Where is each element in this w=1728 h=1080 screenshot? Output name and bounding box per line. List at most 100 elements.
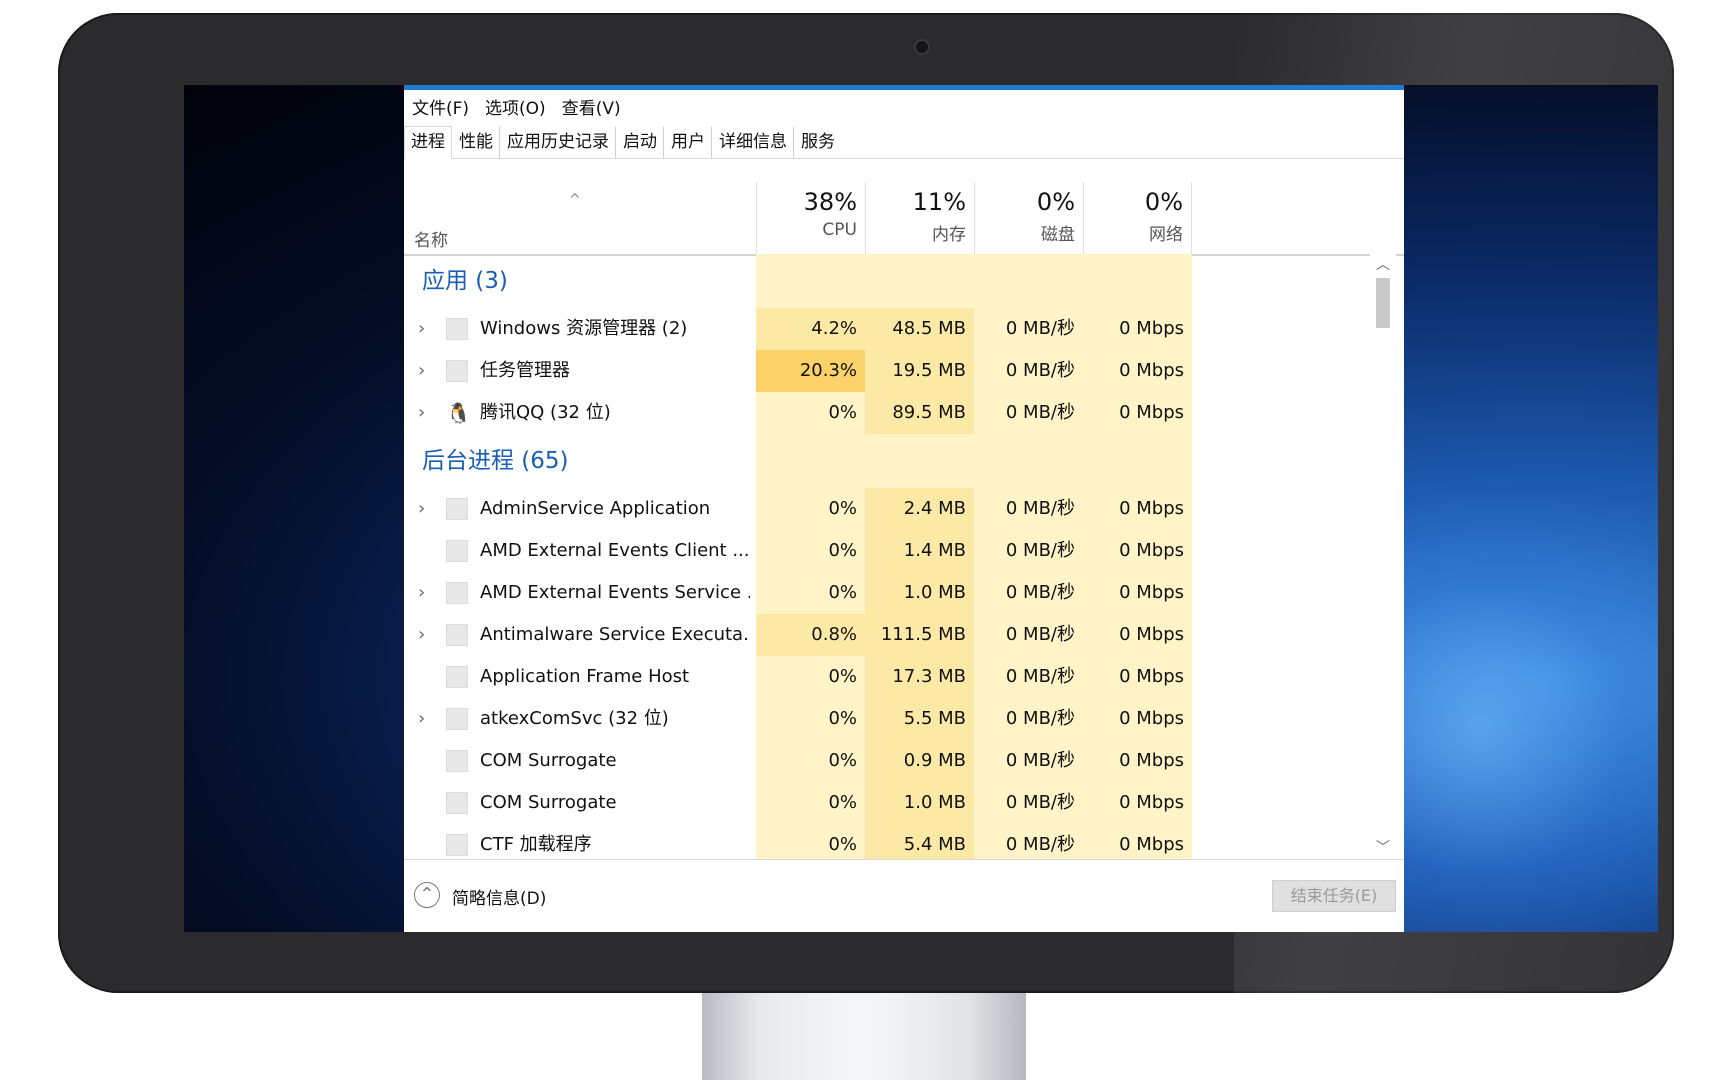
task-manager-window: 文件(F) 选项(O) 查看(V) 进程 性能 应用历史记录 启动 用户 详细信…: [404, 85, 1404, 932]
expand-chevron-icon[interactable]: ›: [418, 698, 425, 740]
process-row[interactable]: › 🐧 腾讯QQ (32 位) 0% 89.5 MB 0 MB/秒 0 Mbps: [404, 392, 1370, 434]
tab-details[interactable]: 详细信息: [712, 126, 794, 158]
memory-cell: 2.4 MB: [865, 488, 974, 530]
disk-cell: 0 MB/秒: [974, 614, 1083, 656]
process-name: AMD External Events Client ...: [480, 540, 750, 561]
desktop-screen: 文件(F) 选项(O) 查看(V) 进程 性能 应用历史记录 启动 用户 详细信…: [184, 85, 1658, 932]
process-icon: [446, 834, 468, 856]
process-row[interactable]: › AdminService Application 0% 2.4 MB 0 M…: [404, 488, 1370, 530]
process-name: atkexComSvc (32 位): [480, 708, 669, 729]
process-row[interactable]: AMD External Events Client ... 0% 1.4 MB…: [404, 530, 1370, 572]
expand-chevron-icon[interactable]: ›: [418, 488, 425, 530]
disk-total: 0%: [1036, 188, 1075, 216]
network-cell: 0 Mbps: [1083, 392, 1192, 434]
cpu-cell: 4.2%: [756, 308, 865, 350]
monitor-frame: 文件(F) 选项(O) 查看(V) 进程 性能 应用历史记录 启动 用户 详细信…: [58, 13, 1674, 993]
process-name: COM Surrogate: [480, 750, 617, 771]
taskmgr-icon: [446, 360, 468, 382]
cpu-cell: 20.3%: [756, 350, 865, 392]
sort-up-icon[interactable]: ^: [569, 192, 581, 208]
end-task-button[interactable]: 结束任务(E): [1272, 880, 1396, 912]
memory-cell: 19.5 MB: [865, 350, 974, 392]
monitor-stand: [702, 990, 1026, 1080]
cpu-cell: 0%: [756, 488, 865, 530]
expand-chevron-icon[interactable]: ›: [418, 350, 425, 392]
menu-view[interactable]: 查看(V): [562, 94, 621, 119]
cpu-total: 38%: [803, 188, 857, 216]
process-name: Windows 资源管理器 (2): [480, 318, 688, 339]
process-icon: [446, 708, 468, 730]
process-name: 任务管理器: [480, 360, 570, 381]
network-cell: 0 Mbps: [1083, 350, 1192, 392]
cpu-label: CPU: [822, 220, 857, 240]
tab-users[interactable]: 用户: [664, 126, 712, 158]
expand-chevron-icon[interactable]: ›: [418, 614, 425, 656]
network-label: 网络: [1149, 225, 1183, 245]
network-cell: 0 Mbps: [1083, 488, 1192, 530]
column-name[interactable]: 名称: [414, 226, 448, 251]
process-row[interactable]: › Windows 资源管理器 (2) 4.2% 48.5 MB 0 MB/秒 …: [404, 308, 1370, 350]
menu-options[interactable]: 选项(O): [485, 94, 546, 119]
network-cell: 0 Mbps: [1083, 614, 1192, 656]
tab-processes[interactable]: 进程: [404, 126, 452, 159]
memory-total: 11%: [912, 188, 966, 216]
process-row[interactable]: › Antimalware Service Executa... 0.8% 11…: [404, 614, 1370, 656]
scroll-up-icon[interactable]: ︿: [1370, 254, 1396, 276]
process-row[interactable]: COM Surrogate 0% 1.0 MB 0 MB/秒 0 Mbps: [404, 782, 1370, 824]
column-network[interactable]: 0% 网络: [1083, 182, 1192, 254]
process-row[interactable]: Application Frame Host 0% 17.3 MB 0 MB/秒…: [404, 656, 1370, 698]
fewer-details-link[interactable]: 简略信息(D): [452, 884, 546, 909]
process-row[interactable]: › atkexComSvc (32 位) 0% 5.5 MB 0 MB/秒 0 …: [404, 698, 1370, 740]
process-row[interactable]: COM Surrogate 0% 0.9 MB 0 MB/秒 0 Mbps: [404, 740, 1370, 782]
scroll-thumb[interactable]: [1376, 278, 1390, 328]
disk-cell: 0 MB/秒: [974, 572, 1083, 614]
memory-cell: 17.3 MB: [865, 656, 974, 698]
cpu-cell: 0%: [756, 530, 865, 572]
column-memory[interactable]: 11% 内存: [865, 182, 974, 254]
folder-icon: [446, 318, 468, 340]
process-row[interactable]: CTF 加载程序 0% 5.4 MB 0 MB/秒 0 Mbps: [404, 824, 1370, 859]
expand-chevron-icon[interactable]: ›: [418, 572, 425, 614]
process-name: COM Surrogate: [480, 792, 617, 813]
process-icon: [446, 666, 468, 688]
group-background-label: 后台进程 (65): [422, 448, 569, 474]
process-row[interactable]: › 任务管理器 20.3% 19.5 MB 0 MB/秒 0 Mbps: [404, 350, 1370, 392]
tab-services[interactable]: 服务: [794, 126, 842, 158]
network-total: 0%: [1144, 188, 1183, 216]
column-header: ^ 名称 38% CPU 11% 内存 0% 磁盘 0% 网络: [404, 182, 1404, 256]
cpu-cell: 0%: [756, 698, 865, 740]
disk-cell: 0 MB/秒: [974, 488, 1083, 530]
process-name: AdminService Application: [480, 498, 711, 519]
tab-performance[interactable]: 性能: [452, 126, 500, 158]
disk-cell: 0 MB/秒: [974, 350, 1083, 392]
disk-cell: 0 MB/秒: [974, 392, 1083, 434]
cpu-cell: 0.8%: [756, 614, 865, 656]
disk-cell: 0 MB/秒: [974, 698, 1083, 740]
memory-cell: 5.5 MB: [865, 698, 974, 740]
cpu-cell: 0%: [756, 572, 865, 614]
memory-cell: 89.5 MB: [865, 392, 974, 434]
scroll-down-icon[interactable]: ﹀: [1370, 837, 1396, 859]
disk-cell: 0 MB/秒: [974, 782, 1083, 824]
process-row[interactable]: › AMD External Events Service ... 0% 1.0…: [404, 572, 1370, 614]
process-icon: [446, 540, 468, 562]
column-disk[interactable]: 0% 磁盘: [974, 182, 1083, 254]
tab-startup[interactable]: 启动: [616, 126, 664, 158]
process-name: Application Frame Host: [480, 666, 690, 687]
process-icon: [446, 792, 468, 814]
memory-label: 内存: [932, 225, 966, 245]
expand-chevron-icon[interactable]: ›: [418, 308, 425, 350]
network-cell: 0 Mbps: [1083, 656, 1192, 698]
footer-bar: ^ 简略信息(D) 结束任务(E): [404, 859, 1404, 932]
process-icon: [446, 582, 468, 604]
process-name: CTF 加载程序: [480, 834, 592, 855]
tab-app-history[interactable]: 应用历史记录: [500, 126, 616, 158]
menu-file[interactable]: 文件(F): [412, 94, 469, 119]
process-name: 腾讯QQ (32 位): [480, 402, 611, 423]
tab-bar: 进程 性能 应用历史记录 启动 用户 详细信息 服务: [404, 124, 1404, 159]
qq-penguin-icon: 🐧: [446, 401, 471, 425]
vertical-scrollbar[interactable]: ︿ ﹀: [1370, 254, 1396, 859]
column-cpu[interactable]: 38% CPU: [756, 182, 865, 254]
expand-chevron-icon[interactable]: ›: [418, 392, 425, 434]
collapse-up-icon[interactable]: ^: [414, 882, 440, 908]
